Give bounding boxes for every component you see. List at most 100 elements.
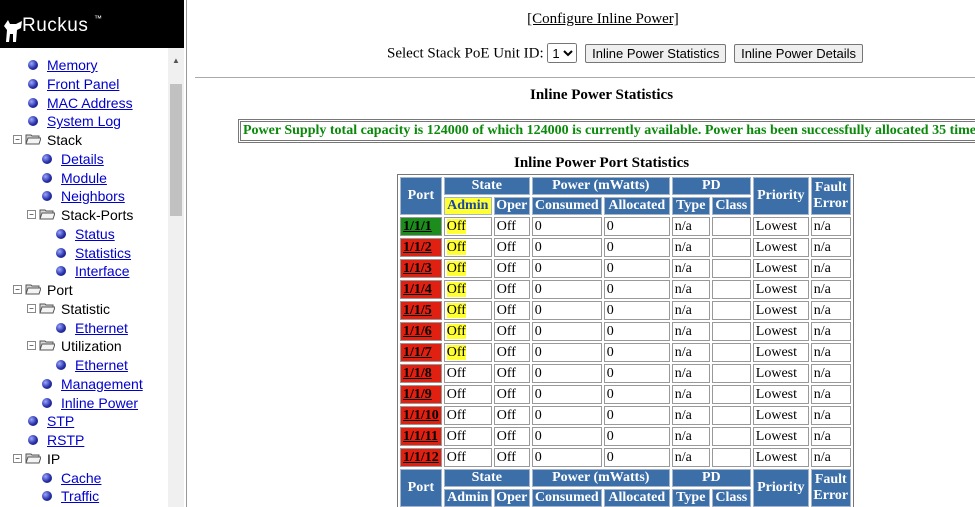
port-link[interactable]: 1/1/11 [403, 429, 438, 444]
tree-item[interactable]: System Log [28, 112, 121, 130]
type-cell: n/a [671, 301, 710, 320]
bullet-icon [28, 435, 38, 445]
tree-item-label[interactable]: Statistics [75, 245, 131, 261]
port-link[interactable]: 1/1/6 [403, 324, 432, 339]
collapse-toggle-icon[interactable]: − [27, 341, 36, 351]
port-link[interactable]: 1/1/1 [403, 219, 432, 234]
tree-item-label[interactable]: STP [47, 413, 74, 429]
consumed-cell: 0 [531, 238, 602, 257]
priority-cell: Lowest [752, 364, 809, 383]
port-link[interactable]: 1/1/5 [403, 303, 432, 318]
scroll-up-arrow-icon[interactable]: ▲ [172, 56, 180, 65]
tree-item[interactable]: RSTP [28, 431, 84, 449]
priority-cell: Lowest [752, 238, 809, 257]
tree-item[interactable]: Interface [56, 262, 129, 280]
port-link[interactable]: 1/1/8 [403, 366, 432, 381]
col-power: Power (mWatts) [531, 177, 670, 195]
port-link[interactable]: 1/1/2 [403, 240, 432, 255]
tree-item[interactable]: Front Panel [28, 75, 119, 93]
tree-item: − Stack [13, 131, 82, 149]
port-cell: 1/1/7 [400, 343, 442, 362]
tree-item-label[interactable]: Traffic [61, 488, 99, 504]
tree-item[interactable]: Ethernet [56, 356, 128, 374]
tree-item: − IP [13, 450, 60, 468]
fault-cell: n/a [810, 406, 851, 425]
tree-item: − Port [13, 281, 73, 299]
admin-cell: Off [443, 364, 492, 383]
configure-link-container: [Configure Inline Power] [187, 11, 975, 28]
fault-cell: n/a [810, 217, 851, 236]
tree-item[interactable]: Module [42, 169, 107, 187]
collapse-toggle-icon[interactable]: − [13, 285, 22, 294]
tree-item[interactable]: Neighbors [42, 187, 125, 205]
tree-item[interactable]: Cache [42, 469, 101, 487]
scrollbar-thumb[interactable] [170, 84, 182, 216]
tree-item[interactable]: Status [56, 225, 115, 243]
tree-item-label[interactable]: System Log [47, 113, 121, 129]
port-link[interactable]: 1/1/10 [403, 408, 439, 423]
tree-item[interactable]: Ethernet [56, 319, 128, 337]
open-folder-icon [25, 284, 41, 295]
tree-item-label[interactable]: RSTP [47, 432, 84, 448]
tree-item-label[interactable]: Status [75, 226, 115, 242]
consumed-cell: 0 [531, 364, 602, 383]
admin-cell: Off [443, 280, 492, 299]
consumed-cell: 0 [531, 385, 602, 404]
oper-cell: Off [493, 280, 530, 299]
tree-item[interactable]: Management [42, 375, 143, 393]
unit-id-select[interactable]: 1 [547, 43, 578, 63]
tree-item-label: Statistic [61, 300, 111, 317]
tree-item-label[interactable]: Front Panel [47, 76, 119, 92]
priority-cell: Lowest [752, 280, 809, 299]
tree-scrollbar[interactable]: ▲ [168, 48, 184, 507]
allocated-cell: 0 [603, 406, 670, 425]
inline-power-statistics-button[interactable]: Inline Power Statistics [585, 43, 727, 63]
inline-power-details-button[interactable]: Inline Power Details [734, 43, 863, 63]
fault-cell: n/a [810, 448, 851, 467]
port-link[interactable]: 1/1/12 [403, 450, 439, 465]
tree-item-label[interactable]: Neighbors [61, 188, 125, 204]
type-cell: n/a [671, 280, 710, 299]
tree-item-label[interactable]: Memory [47, 57, 98, 73]
type-cell: n/a [671, 427, 710, 446]
tree-item-label[interactable]: Details [61, 151, 104, 167]
tree-item-label[interactable]: MAC Address [47, 95, 133, 111]
tree-item[interactable]: Memory [28, 56, 98, 74]
collapse-toggle-icon[interactable]: − [27, 303, 36, 313]
admin-value: Off [446, 407, 466, 423]
admin-cell: Off [443, 343, 492, 362]
port-link[interactable]: 1/1/3 [403, 261, 432, 276]
collapse-toggle-icon[interactable]: − [13, 453, 22, 463]
col-pd: PD [671, 177, 751, 195]
tree-item[interactable]: Details [42, 150, 104, 168]
tree-item[interactable]: MAC Address [28, 94, 133, 112]
tree-item-label[interactable]: Inline Power [61, 395, 138, 411]
port-link[interactable]: 1/1/7 [403, 345, 432, 360]
allocated-cell: 0 [603, 427, 670, 446]
tree-item-label[interactable]: Ethernet [75, 357, 128, 373]
tree-item-label[interactable]: Cache [61, 470, 101, 486]
tree-item[interactable]: Inline Power [42, 394, 138, 412]
type-cell: n/a [671, 385, 710, 404]
consumed-cell: 0 [531, 259, 602, 278]
tree-item[interactable]: Traffic [42, 487, 99, 505]
bullet-icon [42, 378, 52, 389]
tree-item[interactable]: Statistics [56, 244, 131, 262]
oper-cell: Off [493, 322, 530, 341]
oper-cell: Off [493, 448, 530, 467]
footer-col-admin: Admin [443, 489, 492, 507]
fault-cell: n/a [810, 238, 851, 257]
table-row: 1/1/7 Off Off 0 0 n/a Lowest n/a [400, 343, 851, 362]
port-link[interactable]: 1/1/4 [403, 282, 432, 297]
bullet-icon [42, 491, 52, 502]
tree-item[interactable]: STP [28, 412, 74, 430]
tree-item-label[interactable]: Module [61, 170, 107, 186]
admin-cell: Off [443, 238, 492, 257]
collapse-toggle-icon[interactable]: − [13, 135, 22, 144]
tree-item-label[interactable]: Management [61, 376, 143, 392]
port-link[interactable]: 1/1/9 [403, 387, 432, 402]
configure-inline-power-link[interactable]: [Configure Inline Power] [527, 11, 679, 27]
collapse-toggle-icon[interactable]: − [27, 210, 36, 219]
tree-item-label[interactable]: Interface [75, 263, 129, 279]
tree-item-label[interactable]: Ethernet [75, 320, 128, 336]
